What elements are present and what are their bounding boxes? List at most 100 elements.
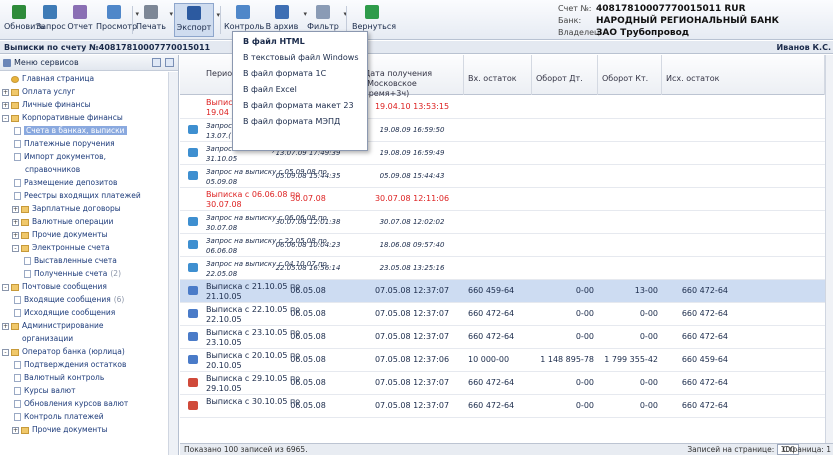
export-menu-item[interactable]: В текстовый файл Windows xyxy=(233,50,367,66)
cell-in: 10 000-00 xyxy=(468,355,510,364)
table-row[interactable]: Выписка с 06.06.08 по 30.07.08 30.07.08 30.… xyxy=(180,188,825,211)
sidebar-item[interactable]: Курсы валют xyxy=(0,384,168,397)
cell-in: 660 472-64 xyxy=(468,309,515,318)
cell-in: 660 472-64 xyxy=(468,401,515,410)
page-number[interactable]: 1 xyxy=(826,445,831,454)
column-header[interactable]: Оборот Дт. xyxy=(532,55,598,95)
sidebar-item[interactable]: + Валютные операции xyxy=(0,215,168,228)
cell-in xyxy=(464,188,532,211)
table-row[interactable]: Выписка с 30.10.05 по 06.05.08 07.05.08 12… xyxy=(180,395,825,418)
cell-dt xyxy=(532,165,598,188)
table-row[interactable]: Запрос на выписку с 06.06.08 по 30.07.08 3… xyxy=(180,211,825,234)
send-icon xyxy=(188,171,198,180)
column-header[interactable]: Дата получения (Московское время+3ч) xyxy=(360,55,464,98)
sidebar-item[interactable]: + Личные финансы xyxy=(0,98,168,111)
sidebar-item[interactable]: + Администрирование xyxy=(0,319,168,332)
expand-icon[interactable]: + xyxy=(2,101,9,109)
cell-formed: 05.09.08 15:44:35 xyxy=(275,172,341,180)
cell-formed: 06.05.08 xyxy=(290,332,326,341)
table-row[interactable]: Запрос на выписку с 04.10.07 по 22.05.08 2… xyxy=(180,257,825,280)
sidebar-item[interactable]: + Прочие документы xyxy=(0,423,168,436)
sidebar-refresh-button[interactable] xyxy=(165,58,174,67)
preview-icon xyxy=(107,5,121,19)
toolbar-button-2[interactable]: Отчет xyxy=(66,3,94,37)
warn-icon xyxy=(188,378,198,387)
toolbar-button-5[interactable]: Экспорт ▾ xyxy=(174,3,220,37)
cell-received: 07.05.08 12:37:07 xyxy=(374,332,450,341)
table-row[interactable]: Выписка с 20.10.05 по 20.10.05 06.05.08 07.… xyxy=(180,349,825,372)
cell-received: 07.05.08 12:37:07 xyxy=(374,309,450,318)
sidebar-item[interactable]: Контроль платежей xyxy=(0,410,168,423)
sidebar-item[interactable]: + Прочие документы xyxy=(0,228,168,241)
column-header[interactable]: Оборот Кт. xyxy=(598,55,662,95)
sidebar-item[interactable]: Полученные счета (2) xyxy=(0,267,168,280)
cell-dt xyxy=(532,188,598,211)
collapse-icon[interactable]: - xyxy=(2,283,9,291)
account-info: Счет №: 40817810007770015011 RUR Банк: НАР… xyxy=(558,4,780,38)
sidebar-item[interactable]: Импорт документов, xyxy=(0,150,168,163)
toolbar-button-3[interactable]: Просмотр ▾ xyxy=(96,3,139,37)
export-menu-item[interactable]: В файл Excel xyxy=(233,82,367,98)
sidebar-item[interactable]: Входящие сообщения (6) xyxy=(0,293,168,306)
sidebar-item[interactable]: + Оплата услуг xyxy=(0,85,168,98)
table-row[interactable]: Запрос на выписку с 22.05.08 по 06.06.08 0… xyxy=(180,234,825,257)
sidebar-scrollbar[interactable] xyxy=(168,72,178,455)
export-menu-item[interactable]: В файл формата МЭПД xyxy=(233,114,367,130)
expand-icon[interactable]: + xyxy=(12,218,19,226)
cell-out: 660 472-64 xyxy=(681,378,728,387)
cell-kt: 1 799 355-42 xyxy=(604,355,658,364)
cell-in: 660 459-64 xyxy=(468,286,515,295)
table-row[interactable]: Выписка с 21.10.05 по 21.10.05 06.05.08 07.… xyxy=(180,280,825,303)
folder-icon xyxy=(11,88,19,96)
folder-icon xyxy=(21,205,29,213)
expand-icon[interactable]: + xyxy=(12,426,19,434)
page-icon xyxy=(24,257,31,265)
export-menu-item[interactable]: В файл формата макет 23 xyxy=(233,98,367,114)
sidebar-item[interactable]: Реестры входящих платежей xyxy=(0,189,168,202)
collapse-icon[interactable]: - xyxy=(2,348,9,356)
dropdown-arrow-icon[interactable]: ▾ xyxy=(169,10,173,19)
sidebar-item[interactable]: Главная страница xyxy=(0,72,168,85)
table-row[interactable]: Выписка с 22.10.05 по 22.10.05 06.05.08 07.… xyxy=(180,303,825,326)
export-menu-item[interactable]: В файл HTML xyxy=(233,34,367,50)
expand-icon[interactable]: + xyxy=(12,205,19,213)
sidebar-item[interactable]: - Почтовые сообщения xyxy=(0,280,168,293)
collapse-icon[interactable]: - xyxy=(2,114,9,122)
cell-out: 660 472-64 xyxy=(681,332,728,341)
sidebar-item[interactable]: Подтверждения остатков xyxy=(0,358,168,371)
sidebar-collapse-button[interactable] xyxy=(152,58,161,67)
expand-icon[interactable]: + xyxy=(2,322,9,330)
sidebar-header: Меню сервисов xyxy=(0,55,178,71)
sidebar-item[interactable]: Выставленные счета xyxy=(0,254,168,267)
export-menu-item[interactable]: В файл формата 1С xyxy=(233,66,367,82)
expand-icon[interactable]: + xyxy=(2,88,9,96)
toolbar-button-1[interactable]: Запрос xyxy=(36,3,66,37)
sidebar-item[interactable]: Исходящие сообщения xyxy=(0,306,168,319)
page-icon xyxy=(14,140,21,148)
sidebar-item[interactable]: Валютный контроль xyxy=(0,371,168,384)
folder-icon xyxy=(21,426,29,434)
sidebar-item[interactable]: организации xyxy=(0,332,168,345)
table-row[interactable]: Запрос на выписку с 05.09.08 по 05.09.08 0… xyxy=(180,165,825,188)
table-row[interactable]: Выписка с 29.10.05 по 29.10.05 06.05.08 07.… xyxy=(180,372,825,395)
toolbar-button-0[interactable]: Обновить xyxy=(4,3,45,37)
collapse-icon[interactable]: - xyxy=(12,244,19,252)
column-header[interactable]: Исх. остаток xyxy=(662,55,825,95)
sidebar-item[interactable]: Счета в банках, выписки xyxy=(0,124,168,137)
sidebar-item[interactable]: + Зарплатные договоры xyxy=(0,202,168,215)
sidebar-item[interactable]: - Корпоративные финансы xyxy=(0,111,168,124)
sidebar-item[interactable]: Платежные поручения xyxy=(0,137,168,150)
cell-received: 19.04.10 13:53:15 xyxy=(374,102,450,111)
table-row[interactable]: Выписка с 23.10.05 по 23.10.05 06.05.08 07.… xyxy=(180,326,825,349)
sidebar-item[interactable]: справочников xyxy=(0,163,168,176)
cell-out xyxy=(662,119,732,142)
sidebar-item[interactable]: Размещение депозитов xyxy=(0,176,168,189)
toolbar-button-4[interactable]: Печать ▾ xyxy=(136,3,173,37)
page-icon xyxy=(14,192,21,200)
sidebar-item[interactable]: - Электронные счета xyxy=(0,241,168,254)
sidebar-item[interactable]: - Оператор банка (юрлица) xyxy=(0,345,168,358)
grid-scrollbar[interactable] xyxy=(825,55,833,443)
sidebar-item[interactable]: Обновления курсов валют xyxy=(0,397,168,410)
expand-icon[interactable]: + xyxy=(12,231,19,239)
column-header[interactable]: Вх. остаток xyxy=(464,55,532,95)
